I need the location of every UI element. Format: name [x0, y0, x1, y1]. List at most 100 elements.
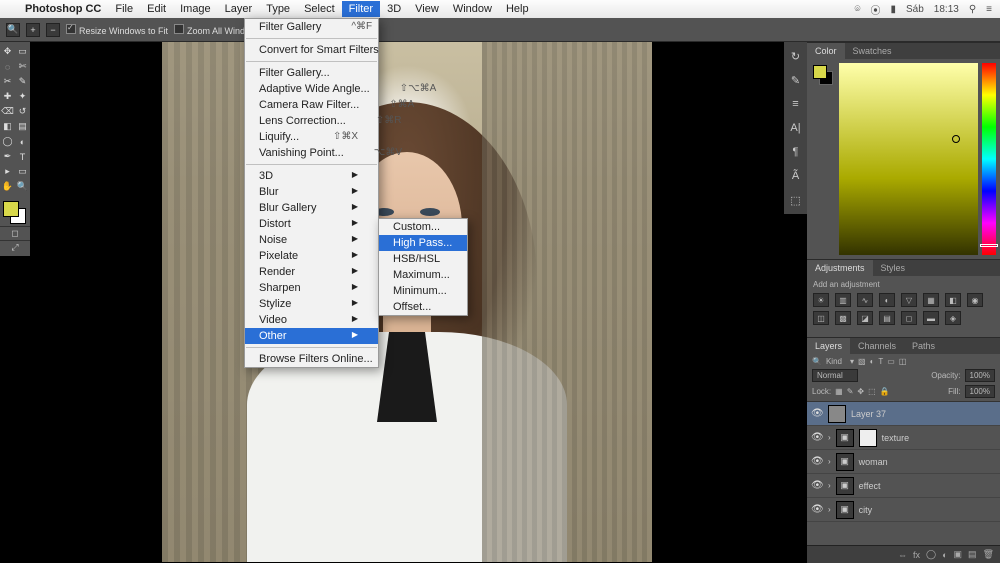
mi-blur[interactable]: Blur: [245, 184, 378, 200]
adj-vibrance-icon[interactable]: ▽: [901, 293, 917, 307]
pen-tool[interactable]: ✒: [0, 149, 15, 164]
mi-other[interactable]: Other: [245, 328, 378, 344]
menu-3d[interactable]: 3D: [380, 1, 408, 17]
mi-blur-gallery[interactable]: Blur Gallery: [245, 200, 378, 216]
menu-window[interactable]: Window: [446, 1, 499, 17]
link-layers-icon[interactable]: ⇔: [898, 550, 907, 560]
quickmask-toggle[interactable]: ◻: [0, 226, 30, 240]
mi-pixelate[interactable]: Pixelate: [245, 248, 378, 264]
mi-lens-correction-[interactable]: Lens Correction...⇧⌘R: [245, 113, 378, 129]
adj-grad-icon[interactable]: ▬: [923, 311, 939, 325]
history-tool[interactable]: ↺: [15, 104, 30, 119]
lock-pixel-icon[interactable]: ✎: [847, 387, 854, 396]
opacity-value[interactable]: 100%: [965, 369, 995, 382]
layer-row[interactable]: 👁›▣city: [807, 498, 1000, 522]
blur-tool[interactable]: ◯: [0, 134, 15, 149]
mi-noise[interactable]: Noise: [245, 232, 378, 248]
mi-other-offset-[interactable]: Offset...: [379, 299, 467, 315]
menu-app[interactable]: Photoshop CC: [18, 1, 108, 17]
mi-last-filter[interactable]: Filter Gallery^⌘F: [245, 19, 378, 35]
menu-layer[interactable]: Layer: [218, 1, 260, 17]
expand-icon[interactable]: ›: [828, 457, 831, 466]
menu-extras-icon[interactable]: ≡: [986, 4, 992, 15]
visibility-icon[interactable]: 👁: [811, 480, 823, 491]
menu-filter[interactable]: Filter: [342, 1, 380, 17]
mi-browse-online[interactable]: Browse Filters Online...: [245, 351, 378, 367]
glyphs-panel-icon[interactable]: Ã: [788, 168, 804, 184]
expand-icon[interactable]: ›: [828, 505, 831, 514]
brushpresets-panel-icon[interactable]: ≡: [788, 96, 804, 112]
layer-filter-kind[interactable]: Kind: [826, 357, 842, 366]
layer-row[interactable]: 👁›▣woman: [807, 450, 1000, 474]
opt-resize[interactable]: Resize Windows to Fit: [66, 24, 168, 36]
adj-photo-icon[interactable]: ◉: [967, 293, 983, 307]
menu-help[interactable]: Help: [499, 1, 536, 17]
filter-type-icon[interactable]: T: [878, 357, 883, 366]
fill-value[interactable]: 100%: [965, 385, 995, 398]
menu-edit[interactable]: Edit: [140, 1, 173, 17]
color-picker-field[interactable]: [839, 63, 978, 255]
zoom-in-icon[interactable]: +: [26, 23, 40, 37]
adj-thresh-icon[interactable]: ◻: [901, 311, 917, 325]
eyedropper-tool[interactable]: ✎: [15, 74, 30, 89]
color-swatches[interactable]: [0, 198, 30, 226]
lasso-tool[interactable]: ◌: [0, 59, 15, 74]
adj-layer-icon[interactable]: ◐: [942, 550, 947, 560]
dodge-tool[interactable]: ◐: [15, 134, 30, 149]
shape-tool[interactable]: ▭: [15, 164, 30, 179]
fg-color-swatch[interactable]: [3, 201, 19, 217]
filter-pixel-icon[interactable]: ▧: [858, 357, 866, 366]
filter-adj-icon[interactable]: ◐: [870, 357, 875, 366]
zoom-out-icon[interactable]: −: [46, 23, 60, 37]
adj-lookup-icon[interactable]: ▩: [835, 311, 851, 325]
trash-icon[interactable]: 🗑: [983, 549, 994, 560]
expand-icon[interactable]: ›: [828, 481, 831, 490]
layer-row[interactable]: 👁›▣texture: [807, 426, 1000, 450]
adj-bw-icon[interactable]: ◧: [945, 293, 961, 307]
visibility-icon[interactable]: 👁: [811, 432, 823, 443]
tab-swatches[interactable]: Swatches: [845, 43, 900, 59]
gradient-tool[interactable]: ▤: [15, 119, 30, 134]
fx-icon[interactable]: fx: [913, 550, 920, 560]
lock-trans-icon[interactable]: ▦: [835, 387, 843, 396]
mi-vanishing-point-[interactable]: Vanishing Point...⌥⌘V: [245, 145, 378, 161]
path-tool[interactable]: ▸: [0, 164, 15, 179]
menu-image[interactable]: Image: [173, 1, 218, 17]
marquee-tool[interactable]: ▭: [15, 44, 30, 59]
zoom-tool[interactable]: 🔍: [15, 179, 30, 194]
mi-camera-raw-filter-[interactable]: Camera Raw Filter...⇧⌘A: [245, 97, 378, 113]
mi-convert-smart[interactable]: Convert for Smart Filters: [245, 42, 378, 58]
tab-layers[interactable]: Layers: [807, 338, 850, 354]
mi-filter-gallery-[interactable]: Filter Gallery...: [245, 65, 378, 81]
crop-tool[interactable]: ✂: [0, 74, 15, 89]
tool-preset-icon[interactable]: 🔍: [6, 23, 20, 37]
visibility-icon[interactable]: 👁: [811, 456, 823, 467]
mi-other-high-pass-[interactable]: High Pass...: [379, 235, 467, 251]
adj-invert-icon[interactable]: ◪: [857, 311, 873, 325]
filter-other-submenu[interactable]: Custom...High Pass...HSB/HSLMaximum...Mi…: [378, 218, 468, 316]
blend-mode-select[interactable]: Normal: [812, 369, 858, 382]
menu-type[interactable]: Type: [259, 1, 297, 17]
brush-tool[interactable]: ✦: [15, 89, 30, 104]
tab-channels[interactable]: Channels: [850, 338, 904, 354]
menu-view[interactable]: View: [408, 1, 446, 17]
mi-render[interactable]: Render: [245, 264, 378, 280]
paragraph-panel-icon[interactable]: ¶: [788, 144, 804, 160]
eraser-tool[interactable]: ◧: [0, 119, 15, 134]
info-panel-icon[interactable]: ⬚: [788, 192, 804, 208]
mi-stylize[interactable]: Stylize: [245, 296, 378, 312]
mi-distort[interactable]: Distort: [245, 216, 378, 232]
group-icon[interactable]: ▣: [954, 549, 963, 560]
heal-tool[interactable]: ✚: [0, 89, 15, 104]
mi-other-minimum-[interactable]: Minimum...: [379, 283, 467, 299]
mi-liquify-[interactable]: Liquify...⇧⌘X: [245, 129, 378, 145]
lock-pos-icon[interactable]: ✥: [857, 387, 864, 396]
brush-panel-icon[interactable]: ✎: [788, 72, 804, 88]
mi-other-custom-[interactable]: Custom...: [379, 219, 467, 235]
type-tool[interactable]: T: [15, 149, 30, 164]
filter-menu[interactable]: Filter Gallery^⌘F Convert for Smart Filt…: [244, 18, 379, 368]
tab-styles[interactable]: Styles: [873, 260, 914, 276]
mi-other-hsb-hsl[interactable]: HSB/HSL: [379, 251, 467, 267]
layer-row[interactable]: 👁Layer 37: [807, 402, 1000, 426]
tab-adjustments[interactable]: Adjustments: [807, 260, 873, 276]
